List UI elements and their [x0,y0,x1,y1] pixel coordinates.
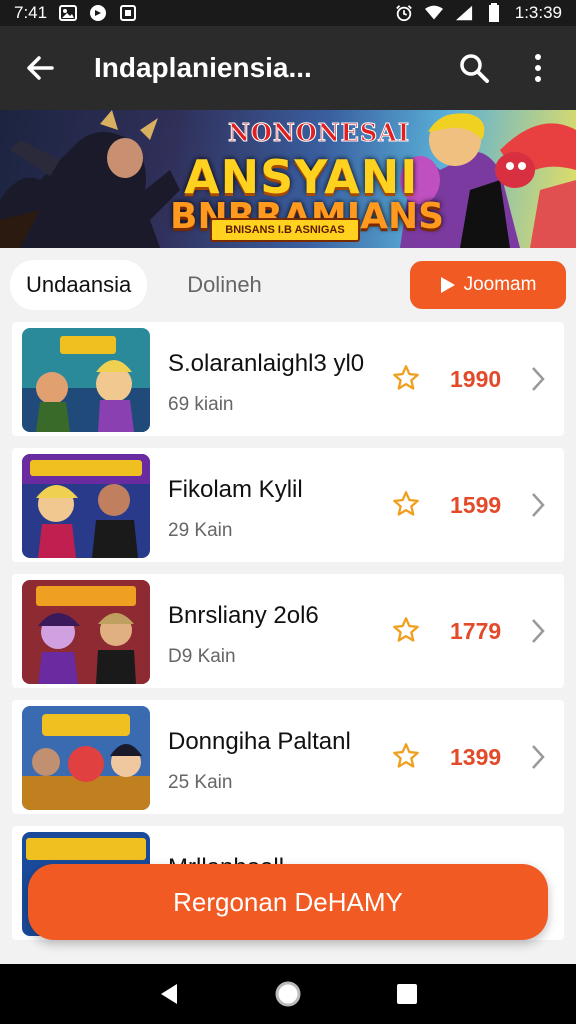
banner-kicker: NONONESAI [227,118,411,148]
arrow-left-icon [27,56,54,80]
item-title: Donngiha Paltanl [168,728,351,755]
list-item[interactable]: S.olaranlaighl3 yl0 69 kiain 1990 [12,322,564,436]
game-thumbnail [22,328,150,432]
circle-home-icon [275,981,301,1007]
tab-bar: Undaansia Dolineh Joomam [0,248,576,322]
join-label: Joomam [463,274,537,295]
item-title: Bnrsliany 2ol6 [168,602,319,629]
chevron-right-icon [532,493,545,517]
item-subtitle: 25 Kain [168,772,233,793]
notification-icon [119,4,137,22]
item-subtitle: D9 Kain [168,646,236,667]
chevron-right-icon [532,619,545,643]
search-icon [460,54,489,83]
status-clock: 1:3:39 [514,3,562,22]
game-thumbnail [22,580,150,684]
page-title: Indaplaniensia... [94,52,312,83]
game-thumbnail [22,706,150,810]
image-icon [59,4,78,22]
app-bar: Indaplaniensia... [0,26,576,110]
item-score: 1399 [450,744,502,770]
more-options-button[interactable] [520,50,556,86]
item-subtitle: 29 Kain [168,520,233,541]
star-icon [393,491,419,516]
triangle-back-icon [161,984,178,1004]
app-icon [89,4,107,22]
list-item[interactable]: Donngiha Paltanl 25 Kain 1399 [12,700,564,814]
system-nav-bar [0,964,576,1024]
item-score: 1599 [450,492,502,518]
item-score: 1779 [450,618,502,644]
nav-recents-button[interactable] [387,974,427,1014]
search-button[interactable] [456,50,492,86]
list-item[interactable]: Fikolam Kylil 29 Kain 1599 [12,448,564,562]
status-time: 7:41 [14,3,48,22]
item-title: S.olaranlaighl3 yl0 [168,350,365,377]
banner-subline: BNISANS I.B ASNIGAS [210,218,360,242]
star-icon [393,743,419,768]
star-icon [393,365,419,390]
back-button[interactable] [20,48,60,88]
alarm-icon [395,4,413,22]
game-thumbnail [22,454,150,558]
item-score: 1990 [450,366,502,392]
star-icon [393,617,419,642]
nav-home-button[interactable] [268,974,308,1014]
play-icon [440,277,455,293]
tab-dolineh[interactable]: Dolineh [171,260,278,310]
battery-icon [485,3,503,22]
nav-back-button[interactable] [149,974,189,1014]
item-subtitle: 69 kiain [168,394,234,415]
chevron-right-icon [532,745,545,769]
square-recents-icon [396,984,417,1004]
more-vert-icon [535,54,541,82]
join-button[interactable]: Joomam [410,261,566,309]
item-title: Fikolam Kylil [168,476,303,503]
tab-undaansia[interactable]: Undaansia [10,260,148,310]
chevron-right-icon [532,367,545,391]
register-button[interactable]: Rergonan DeHAMY [28,864,548,940]
promo-banner[interactable]: NONONESAI ANSYANI BNRRAMIANS BNISANS I.B… [0,110,576,248]
signal-icon [455,4,473,22]
status-bar: 7:41 1:3:39 [0,0,576,26]
wifi-icon [424,4,443,22]
list-item[interactable]: Bnrsliany 2ol6 D9 Kain 1779 [12,574,564,688]
